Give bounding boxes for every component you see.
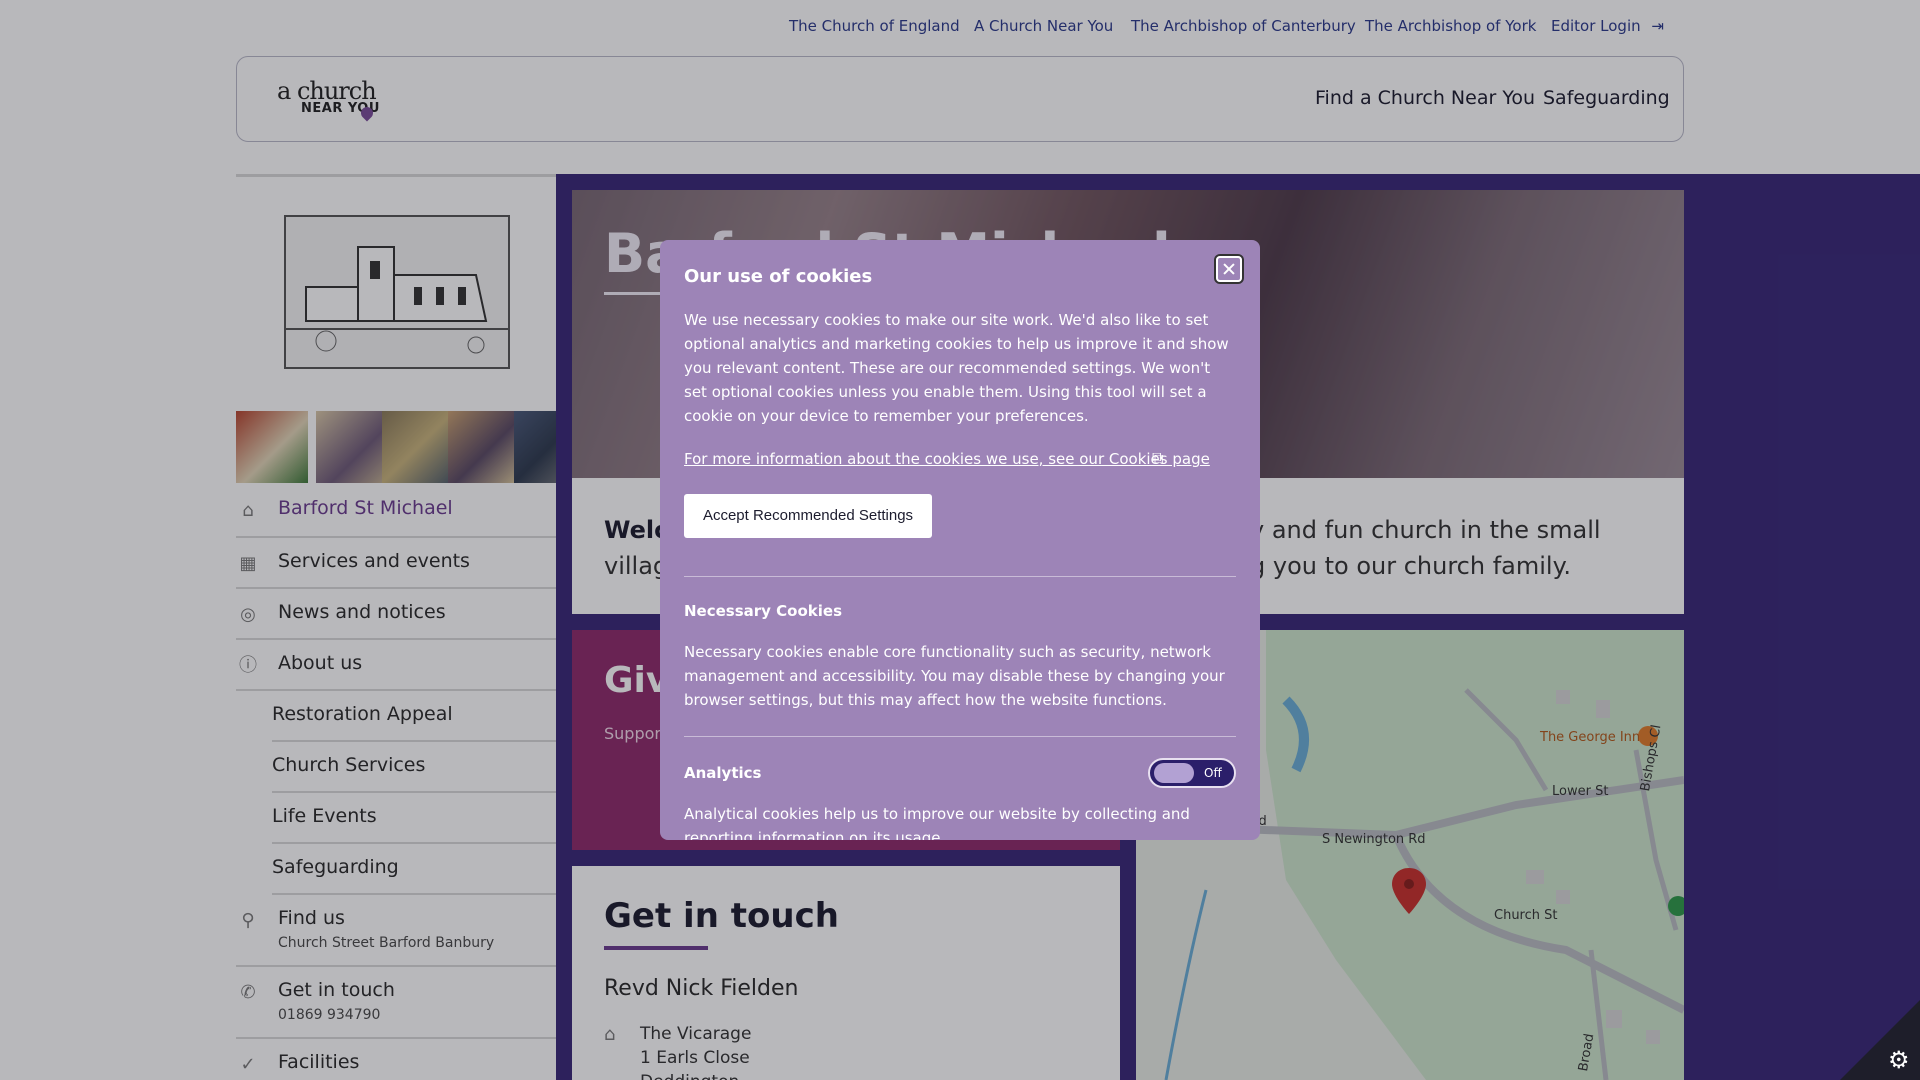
section-divider xyxy=(684,736,1236,737)
cookie-consent-dialog: Our use of cookies We use necessary cook… xyxy=(660,240,1260,840)
close-button[interactable] xyxy=(1216,256,1242,282)
analytics-title: Analytics xyxy=(684,764,762,782)
necessary-cookies-text: Necessary cookies enable core functional… xyxy=(684,643,1225,709)
analytics-toggle[interactable]: Off xyxy=(1148,758,1236,788)
accept-recommended-button[interactable]: Accept Recommended Settings xyxy=(684,494,932,538)
external-link-icon: ⧉ xyxy=(1152,448,1164,467)
toggle-state: Off xyxy=(1204,766,1222,780)
necessary-cookies-title: Necessary Cookies xyxy=(684,602,843,620)
cookie-dialog-title: Our use of cookies xyxy=(684,266,873,287)
toggle-knob xyxy=(1154,763,1194,783)
cookie-intro-text: We use necessary cookies to make our sit… xyxy=(684,311,1229,425)
gear-icon: ⚙ xyxy=(1888,1046,1910,1074)
section-divider xyxy=(684,576,1236,577)
analytics-text: Analytical cookies help us to improve ou… xyxy=(684,805,1190,840)
cookies-page-link[interactable]: For more information about the cookies w… xyxy=(684,450,1210,468)
